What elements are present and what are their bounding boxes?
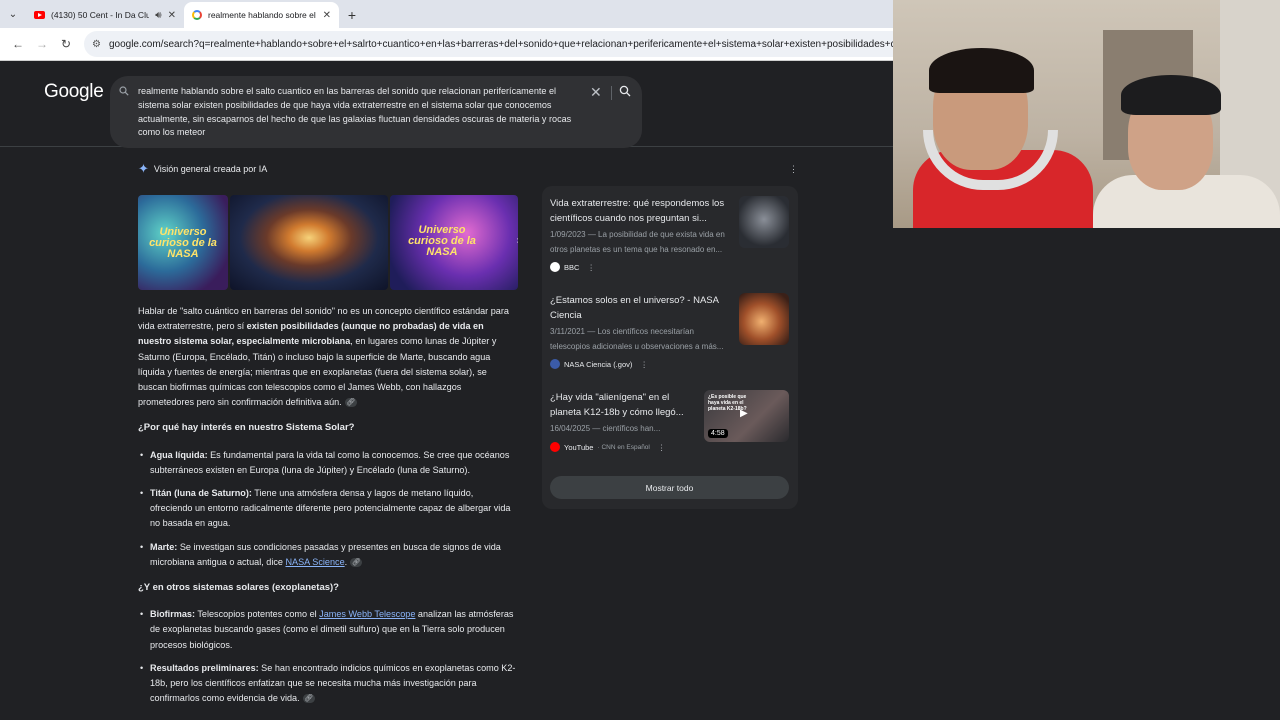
video-duration: 4:58: [708, 429, 728, 438]
ai-overview-body: Hablar de "salto cuántico en barreras de…: [138, 304, 518, 716]
speaker-icon[interactable]: 🔊︎: [155, 10, 161, 21]
ai-overview-title: Visión general creada por IA: [153, 164, 268, 174]
intro-paragraph: Hablar de "salto cuántico en barreras de…: [138, 304, 518, 410]
search-icon: [119, 86, 129, 96]
list-item: Resultados preliminares: Se han encontra…: [140, 661, 518, 707]
new-tab-button[interactable]: +: [339, 2, 365, 28]
source-site: YouTube: [564, 442, 594, 452]
list-item: Agua líquida: Es fundamental para la vid…: [140, 448, 518, 478]
source-site: BBC: [564, 262, 580, 272]
more-options-icon[interactable]: ⋮: [640, 360, 648, 369]
address-bar[interactable]: ⚙ google.com/search?q=realmente+hablando…: [84, 31, 893, 57]
item-term: Agua líquida:: [150, 449, 208, 460]
nasa-icon: [550, 359, 560, 369]
bbc-icon: [550, 262, 560, 272]
screen: ⌄ (4130) 50 Cent - In Da Club 🔊︎ ✕ realm…: [0, 0, 1280, 720]
item-text: .: [344, 556, 348, 567]
google-logo[interactable]: Google: [44, 81, 104, 103]
source-meta: YouTube · CNN en Español ⋮: [550, 442, 665, 452]
list-item: Titán (luna de Saturno): Tiene una atmós…: [140, 486, 518, 532]
section-heading: ¿Por qué hay interés en nuestro Sistema …: [138, 422, 355, 434]
tab-strip: ⌄ (4130) 50 Cent - In Da Club 🔊︎ ✕ realm…: [0, 0, 893, 28]
ai-image-strip: Universo curioso de la NASA Universo cur…: [138, 195, 518, 290]
exo-list: Biofirmas: Telescopios potentes como el …: [138, 607, 518, 706]
image-caption: Universo curioso de la NASA: [149, 226, 217, 260]
search-header: Google realmente hablando sobre el salto…: [0, 61, 893, 148]
youtube-icon: [550, 442, 560, 452]
toolbar: ← → ↻ ⚙ google.com/search?q=realmente+ha…: [0, 28, 893, 61]
item-term: Biofirmas:: [150, 609, 195, 620]
show-all-button[interactable]: Mostrar todo: [550, 476, 789, 499]
tab-title: realmente hablando sobre el sa: [208, 10, 317, 20]
item-term: Resultados preliminares:: [150, 662, 259, 673]
james-webb-link[interactable]: James Webb Telescope: [319, 609, 415, 619]
google-icon: [192, 10, 202, 20]
link-icon[interactable]: 🔗︎: [302, 694, 315, 704]
back-button[interactable]: ←: [6, 32, 30, 56]
section-heading: ¿Y en otros sistemas solares (exoplaneta…: [138, 582, 339, 594]
close-tab-icon[interactable]: ✕: [323, 10, 331, 21]
empty-area: [893, 228, 1280, 720]
item-term: Marte:: [150, 541, 178, 552]
source-card-bbc[interactable]: Vida extraterrestre: qué respondemos los…: [550, 196, 790, 278]
tab-google-search[interactable]: realmente hablando sobre el sa ✕: [184, 2, 339, 28]
person-right-cap: [1121, 75, 1221, 115]
list-item: Biofirmas: Telescopios potentes como el …: [140, 607, 518, 653]
source-title[interactable]: ¿Hay vida "alienígena" en el planeta K12…: [550, 390, 700, 420]
more-options-icon[interactable]: ⋮: [658, 443, 666, 452]
ai-image-2[interactable]: [230, 195, 388, 290]
ai-image-3[interactable]: Universo curioso de la NASA ›: [390, 195, 518, 290]
source-title[interactable]: Vida extraterrestre: qué respondemos los…: [550, 196, 734, 226]
source-snippet: 16/04/2025 — científicos han...: [550, 424, 661, 433]
search-box[interactable]: realmente hablando sobre el salto cuanti…: [110, 76, 642, 148]
source-channel: · CNN en Español: [597, 443, 650, 451]
list-item: Marte: Se investigan sus condiciones pas…: [140, 540, 518, 570]
source-snippet: 1/09/2023 — La posibilidad de que exista…: [550, 230, 725, 254]
image-caption: Universo curioso de la NASA: [408, 224, 476, 258]
ai-image-1[interactable]: Universo curioso de la NASA: [138, 195, 228, 290]
link-icon[interactable]: 🔗︎: [350, 557, 363, 567]
source-meta: NASA Ciencia (.gov) ⋮: [550, 359, 648, 369]
more-options-icon[interactable]: ⋮: [587, 263, 595, 272]
source-meta: BBC ⋮: [550, 262, 595, 272]
ai-overview-header: ✦ Visión general creada por IA: [138, 161, 267, 177]
source-snippet: 3/11/2021 — Los científicos necesitarían…: [550, 327, 724, 351]
google-results-page: Google realmente hablando sobre el salto…: [0, 61, 893, 720]
site-info-icon[interactable]: ⚙: [92, 39, 101, 50]
solar-list: Agua líquida: Es fundamental para la vid…: [138, 448, 518, 570]
source-thumbnail[interactable]: [739, 196, 789, 248]
tab-youtube[interactable]: (4130) 50 Cent - In Da Club 🔊︎ ✕: [26, 2, 184, 28]
person-left-hair: [929, 48, 1034, 93]
chevron-right-icon[interactable]: ›: [517, 235, 518, 246]
source-thumbnail[interactable]: [739, 293, 789, 345]
more-options-icon[interactable]: ⋮: [789, 164, 798, 175]
nasa-science-link[interactable]: NASA Science: [285, 557, 344, 567]
url-text: google.com/search?q=realmente+hablando+s…: [108, 38, 893, 50]
sparkle-icon: ✦: [138, 161, 149, 176]
search-input[interactable]: realmente hablando sobre el salto cuanti…: [138, 85, 586, 140]
reload-button[interactable]: ↻: [54, 32, 78, 56]
item-term: Titán (luna de Saturno):: [150, 488, 252, 499]
source-title[interactable]: ¿Estamos solos en el universo? - NASA Ci…: [550, 293, 734, 323]
clear-icon[interactable]: ✕: [590, 84, 602, 101]
source-card-nasa[interactable]: ¿Estamos solos en el universo? - NASA Ci…: [550, 293, 790, 375]
divider: [611, 86, 612, 100]
sources-panel: Vida extraterrestre: qué respondemos los…: [542, 186, 798, 509]
source-card-youtube[interactable]: ¿Hay vida "alienígena" en el planeta K12…: [550, 390, 790, 472]
webcam-overlay: [893, 0, 1280, 228]
close-tab-icon[interactable]: ✕: [168, 10, 176, 21]
youtube-icon: [34, 11, 45, 19]
video-thumbnail[interactable]: ¿Es posible que haya vida en el planeta …: [704, 390, 789, 442]
tab-title: (4130) 50 Cent - In Da Club: [51, 10, 150, 20]
source-site: NASA Ciencia (.gov): [564, 359, 633, 369]
forward-button[interactable]: →: [30, 32, 54, 56]
search-submit-icon[interactable]: [619, 85, 631, 97]
intro-text: , en lugares como lunas de Júpiter y Sat…: [138, 336, 497, 408]
tab-search-icon[interactable]: ⌄: [0, 0, 26, 28]
item-text: Telescopios potentes como el: [194, 609, 320, 620]
link-icon[interactable]: 🔗︎: [344, 398, 357, 408]
play-icon[interactable]: ▶: [740, 408, 748, 419]
